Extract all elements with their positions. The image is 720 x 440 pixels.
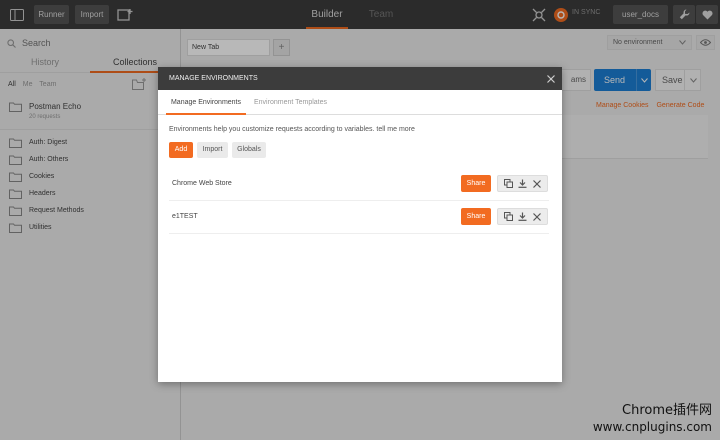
site-watermark: Chrome插件网 www.cnplugins.com xyxy=(593,399,712,434)
tab-environment-templates[interactable]: Environment Templates xyxy=(254,90,327,115)
manage-environments-modal: MANAGE ENVIRONMENTS Manage Environments … xyxy=(158,67,562,382)
environments-description: Environments help you customize requests… xyxy=(169,126,415,133)
tab-manage-environments[interactable]: Manage Environments xyxy=(166,90,246,115)
share-button[interactable]: Share xyxy=(461,208,491,225)
environment-name[interactable]: e1TEST xyxy=(172,213,198,220)
watermark-title: Chrome插件网 xyxy=(622,403,712,418)
environment-row[interactable]: Chrome Web Store Share xyxy=(169,168,549,201)
environment-row[interactable]: e1TEST Share xyxy=(169,201,549,234)
add-environment-button[interactable]: Add xyxy=(169,142,193,158)
delete-icon[interactable] xyxy=(533,212,542,221)
close-icon[interactable] xyxy=(545,73,556,84)
environment-actions xyxy=(497,208,548,225)
delete-icon[interactable] xyxy=(533,179,542,188)
modal-tabs: Manage Environments Environment Template… xyxy=(158,90,562,115)
download-icon[interactable] xyxy=(518,212,527,221)
import-environment-button[interactable]: Import xyxy=(197,142,228,158)
share-button[interactable]: Share xyxy=(461,175,491,192)
globals-button[interactable]: Globals xyxy=(232,142,266,158)
modal-title: MANAGE ENVIRONMENTS xyxy=(158,67,562,90)
download-icon[interactable] xyxy=(518,179,527,188)
duplicate-icon[interactable] xyxy=(503,179,513,188)
duplicate-icon[interactable] xyxy=(503,212,513,221)
environment-name[interactable]: Chrome Web Store xyxy=(172,180,232,187)
environment-actions xyxy=(497,175,548,192)
watermark-url: www.cnplugins.com xyxy=(592,420,712,434)
